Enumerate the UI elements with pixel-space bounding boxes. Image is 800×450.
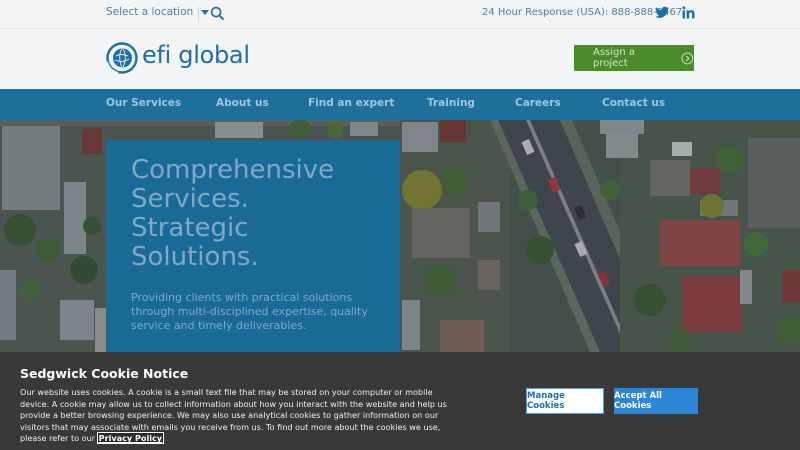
arrow-circle-right-icon: [681, 52, 694, 64]
phone-number-link[interactable]: 24 Hour Response (USA): 888-888-2467: [482, 7, 682, 18]
accept-all-cookies-button[interactable]: Accept All Cookies: [614, 388, 698, 414]
brand-name[interactable]: efi global: [142, 41, 250, 69]
assign-project-button[interactable]: Assign a project: [574, 45, 694, 71]
hero-title-line: Services.: [131, 184, 249, 214]
hero-subtitle: Providing clients with practical solutio…: [131, 291, 368, 332]
search-icon[interactable]: [210, 6, 225, 21]
cookie-banner-body: Our website uses cookies. A cookie is a …: [20, 387, 447, 444]
cookie-banner-title: Sedgwick Cookie Notice: [20, 366, 189, 381]
location-selector-label: Select a location: [106, 6, 194, 18]
utility-bar: Select a location 24 Hour Response (USA)…: [0, 0, 800, 29]
nav-item-training[interactable]: Training: [427, 97, 475, 109]
nav-item-our-services[interactable]: Our Services: [106, 97, 181, 109]
divider: [198, 7, 199, 21]
linkedin-icon[interactable]: [682, 6, 695, 19]
nav-item-contact-us[interactable]: Contact us: [602, 97, 665, 109]
main-nav: Our Services About us Find an expert Tra…: [0, 89, 800, 120]
caret-down-icon: [201, 9, 210, 15]
nav-item-find-an-expert[interactable]: Find an expert: [308, 97, 394, 109]
nav-item-about-us[interactable]: About us: [216, 97, 269, 109]
hero: Comprehensive Services. Strategic Soluti…: [0, 120, 800, 352]
location-selector[interactable]: Select a location: [106, 6, 210, 18]
hero-title-line: Solutions.: [131, 242, 259, 272]
privacy-policy-link[interactable]: Privacy Policy: [96, 432, 165, 445]
header: efi global Assign a project: [0, 30, 800, 89]
globe-logo-icon[interactable]: [106, 42, 138, 74]
hero-title: Comprehensive Services. Strategic Soluti…: [131, 156, 371, 272]
hero-card: Comprehensive Services. Strategic Soluti…: [106, 140, 400, 352]
cookie-banner-text: Our website uses cookies. A cookie is a …: [20, 387, 450, 445]
manage-cookies-button[interactable]: Manage Cookies: [526, 388, 604, 414]
hero-title-line: Comprehensive: [131, 155, 335, 185]
assign-project-label: Assign a project: [593, 47, 636, 69]
cookie-banner: Sedgwick Cookie Notice Our website uses …: [0, 352, 800, 450]
twitter-icon[interactable]: [655, 6, 669, 19]
hero-title-line: Strategic: [131, 213, 249, 243]
nav-item-careers[interactable]: Careers: [515, 97, 561, 109]
